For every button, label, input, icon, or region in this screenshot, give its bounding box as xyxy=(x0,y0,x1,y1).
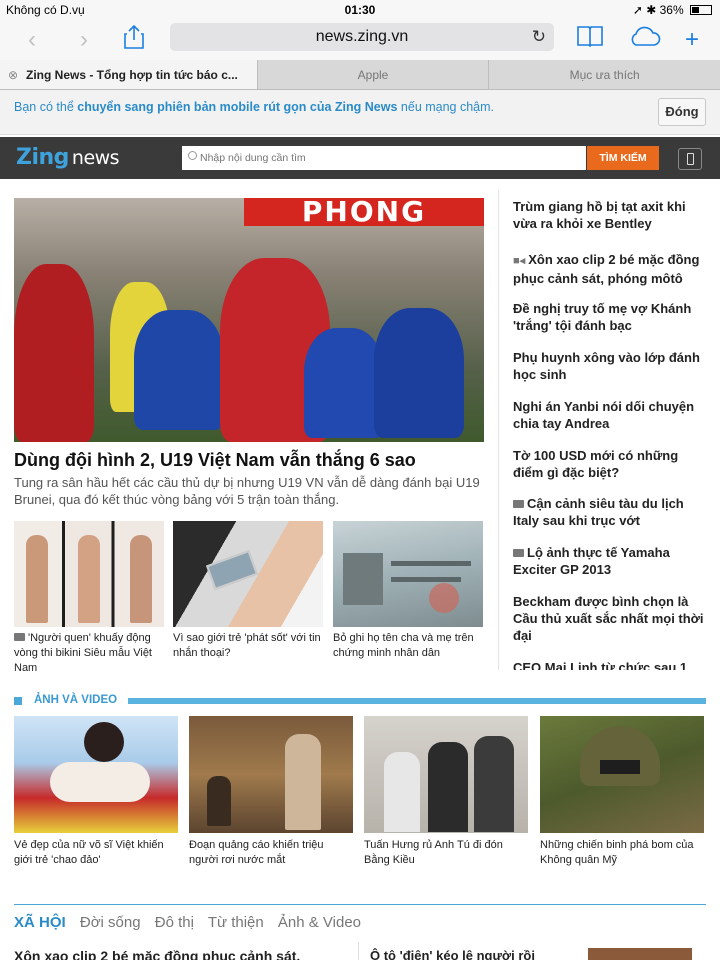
photo-video-section-header: ẢNH VÀ VIDEO xyxy=(14,694,706,708)
bookmarks-button[interactable] xyxy=(574,24,606,56)
video-thumbnail xyxy=(364,716,528,833)
video-caption: Đoạn quảng cáo khiến triệu người rơi nướ… xyxy=(189,839,324,866)
stadium-banner: PHONG xyxy=(244,198,484,226)
nav-doi-song[interactable]: Đời sống xyxy=(80,914,141,931)
story-card[interactable]: Vì sao giới trẻ 'phát sốt' với tin nhắn … xyxy=(173,521,323,661)
tab-bar: ⊗ Zing News - Tổng hợp tin tức báo c... … xyxy=(0,60,720,90)
story-card[interactable]: Bỏ ghi họ tên cha và mẹ trên chứng minh … xyxy=(333,521,483,661)
video-card[interactable]: Tuấn Hưng rủ Anh Tú đi đón Bằng Kiều xyxy=(364,716,528,868)
section-rule xyxy=(128,698,706,704)
player-figure xyxy=(14,264,94,442)
logo-zing: Zing xyxy=(16,145,69,170)
xa-hoi-story-left[interactable]: Xôn xao clip 2 bé mặc đồng phục cảnh sát… xyxy=(14,948,300,960)
back-button[interactable]: ‹ xyxy=(16,24,48,56)
player-figure xyxy=(134,310,224,430)
notice-prefix: Bạn có thể xyxy=(14,100,78,114)
video-card[interactable]: Đoạn quảng cáo khiến triệu người rơi nướ… xyxy=(189,716,353,868)
hero-image[interactable]: PHONG xyxy=(14,198,484,442)
mobile-version-notice: Bạn có thể chuyển sang phiên bản mobile … xyxy=(0,90,720,135)
battery-percent: 36% xyxy=(659,3,684,17)
headline-list: Trùm giang hồ bị tạt axit khi vừa ra khỏ… xyxy=(498,190,720,670)
story-thumbnail xyxy=(14,521,164,627)
story-thumbnail xyxy=(173,521,323,627)
camera-icon xyxy=(513,500,524,508)
xa-hoi-nav: XÃ HỘI Đời sống Đô thị Từ thiện Ảnh & Vi… xyxy=(14,914,371,931)
book-icon xyxy=(577,26,603,48)
cloud-icon xyxy=(631,26,661,46)
story-caption: 'Người quen' khuấy động vòng thi bikini … xyxy=(14,632,152,674)
story-thumbnail xyxy=(333,521,483,627)
notice-suffix: nếu mạng chậm. xyxy=(397,100,495,114)
headline-item[interactable]: Beckham được bình chọn là Cầu thủ xuất s… xyxy=(513,593,709,644)
tab-zing-news[interactable]: ⊗ Zing News - Tổng hợp tin tức báo c... xyxy=(0,60,257,89)
headline-item[interactable]: Lộ ảnh thực tế Yamaha Exciter GP 2013 xyxy=(513,544,709,578)
headline-item[interactable]: Nghi án Yanbi nói dối chuyện chia tay An… xyxy=(513,398,709,432)
story-caption: Bỏ ghi họ tên cha và mẹ trên chứng minh … xyxy=(333,632,474,659)
headline-item[interactable]: Phụ huynh xông vào lớp đánh học sinh xyxy=(513,349,709,383)
reload-icon[interactable]: ↻ xyxy=(532,23,546,51)
video-card[interactable]: Những chiến binh phá bom của Không quân … xyxy=(540,716,704,868)
nav-xa-hoi[interactable]: XÃ HỘI xyxy=(14,914,66,931)
address-bar[interactable]: news.zing.vn ↻ xyxy=(170,23,554,51)
close-notice-button[interactable]: Đóng xyxy=(658,98,706,126)
search-input[interactable] xyxy=(182,146,586,170)
url-text: news.zing.vn xyxy=(315,28,409,45)
battery-status: ➚ ✱ 36% xyxy=(633,3,712,17)
section-title[interactable]: ẢNH VÀ VIDEO xyxy=(34,694,117,706)
notice-message: Bạn có thể chuyển sang phiên bản mobile … xyxy=(14,100,494,114)
share-button[interactable] xyxy=(118,24,150,56)
tab-apple[interactable]: Apple xyxy=(256,60,489,89)
tab-label: Zing News - Tổng hợp tin tức báo c... xyxy=(26,68,238,82)
clock: 01:30 xyxy=(344,3,376,17)
share-icon xyxy=(124,24,144,49)
headline-item[interactable]: CEO Mai Linh từ chức sau 1 xyxy=(513,659,709,670)
video-caption: Vẻ đẹp của nữ võ sĩ Việt khiến giới trẻ … xyxy=(14,839,164,866)
headline-item[interactable]: ■◂ Xôn xao clip 2 bé mặc đồng phục cảnh … xyxy=(513,251,709,287)
close-tab-icon[interactable]: ⊗ xyxy=(8,60,18,89)
video-icon: ■◂ xyxy=(513,255,529,267)
story-caption: Vì sao giới trẻ 'phát sốt' với tin nhắn … xyxy=(173,632,321,659)
video-thumbnail xyxy=(540,716,704,833)
nav-tu-thien[interactable]: Từ thiện xyxy=(208,914,264,931)
search-button[interactable]: TÌM KIẾM xyxy=(587,146,659,170)
video-thumbnail xyxy=(189,716,353,833)
column-divider xyxy=(358,942,359,960)
headline-item[interactable]: Tờ 100 USD mới có những điểm gì đặc biệt… xyxy=(513,447,709,481)
bluetooth-icon: ✱ xyxy=(646,3,657,17)
section-divider xyxy=(14,904,706,905)
browser-toolbar: ‹ › news.zing.vn ↻ + xyxy=(0,20,720,60)
zing-news-logo[interactable]: Zing news xyxy=(16,145,120,170)
nav-do-thi[interactable]: Đô thị xyxy=(155,914,194,931)
hero-summary: Tung ra sân hầu hết các cầu thủ dự bị nh… xyxy=(14,475,480,507)
xa-hoi-story-right[interactable]: Ô tô 'điên' kéo lê người rồi xyxy=(370,948,535,960)
new-tab-button[interactable]: + xyxy=(676,24,708,56)
forward-button[interactable]: › xyxy=(68,24,100,56)
headline-item[interactable]: Cận cảnh siêu tàu du lịch Italy sau khi … xyxy=(513,495,709,529)
video-caption: Những chiến binh phá bom của Không quân … xyxy=(540,839,694,866)
status-bar: Không có D.vụ 01:30 ➚ ✱ 36% xyxy=(0,0,720,20)
logo-news: news xyxy=(71,147,120,169)
camera-icon xyxy=(513,549,524,557)
video-caption: Tuấn Hưng rủ Anh Tú đi đón Bằng Kiều xyxy=(364,839,503,866)
search-icon xyxy=(188,151,197,160)
section-marker xyxy=(14,697,22,705)
player-figure xyxy=(304,328,384,438)
story-thumbnail[interactable] xyxy=(588,948,692,960)
icloud-tabs-button[interactable] xyxy=(626,24,662,56)
battery-icon xyxy=(690,5,712,15)
tab-favorites[interactable]: Mục ưa thích xyxy=(488,60,720,89)
player-figure xyxy=(374,308,464,438)
story-card[interactable]: 'Người quen' khuấy động vòng thi bikini … xyxy=(14,521,164,676)
headline-item[interactable]: Đề nghị truy tố mẹ vợ Khánh 'trắng' tội … xyxy=(513,300,709,334)
video-thumbnail xyxy=(14,716,178,833)
site-header: Zingnews TÌM KIẾM xyxy=(0,137,720,179)
mobile-version-link[interactable]: chuyển sang phiên bản mobile rút gọn của… xyxy=(77,100,397,114)
nav-anh-video[interactable]: Ảnh & Video xyxy=(278,914,361,931)
hero-title[interactable]: Dùng đội hình 2, U19 Việt Nam vẫn thắng … xyxy=(14,450,416,471)
video-card[interactable]: Vẻ đẹp của nữ võ sĩ Việt khiến giới trẻ … xyxy=(14,716,178,868)
headline-item[interactable]: Trùm giang hồ bị tạt axit khi vừa ra khỏ… xyxy=(513,198,709,232)
location-icon: ➚ xyxy=(632,3,643,17)
mobile-phone-icon[interactable] xyxy=(678,148,702,170)
camera-icon xyxy=(14,633,25,641)
